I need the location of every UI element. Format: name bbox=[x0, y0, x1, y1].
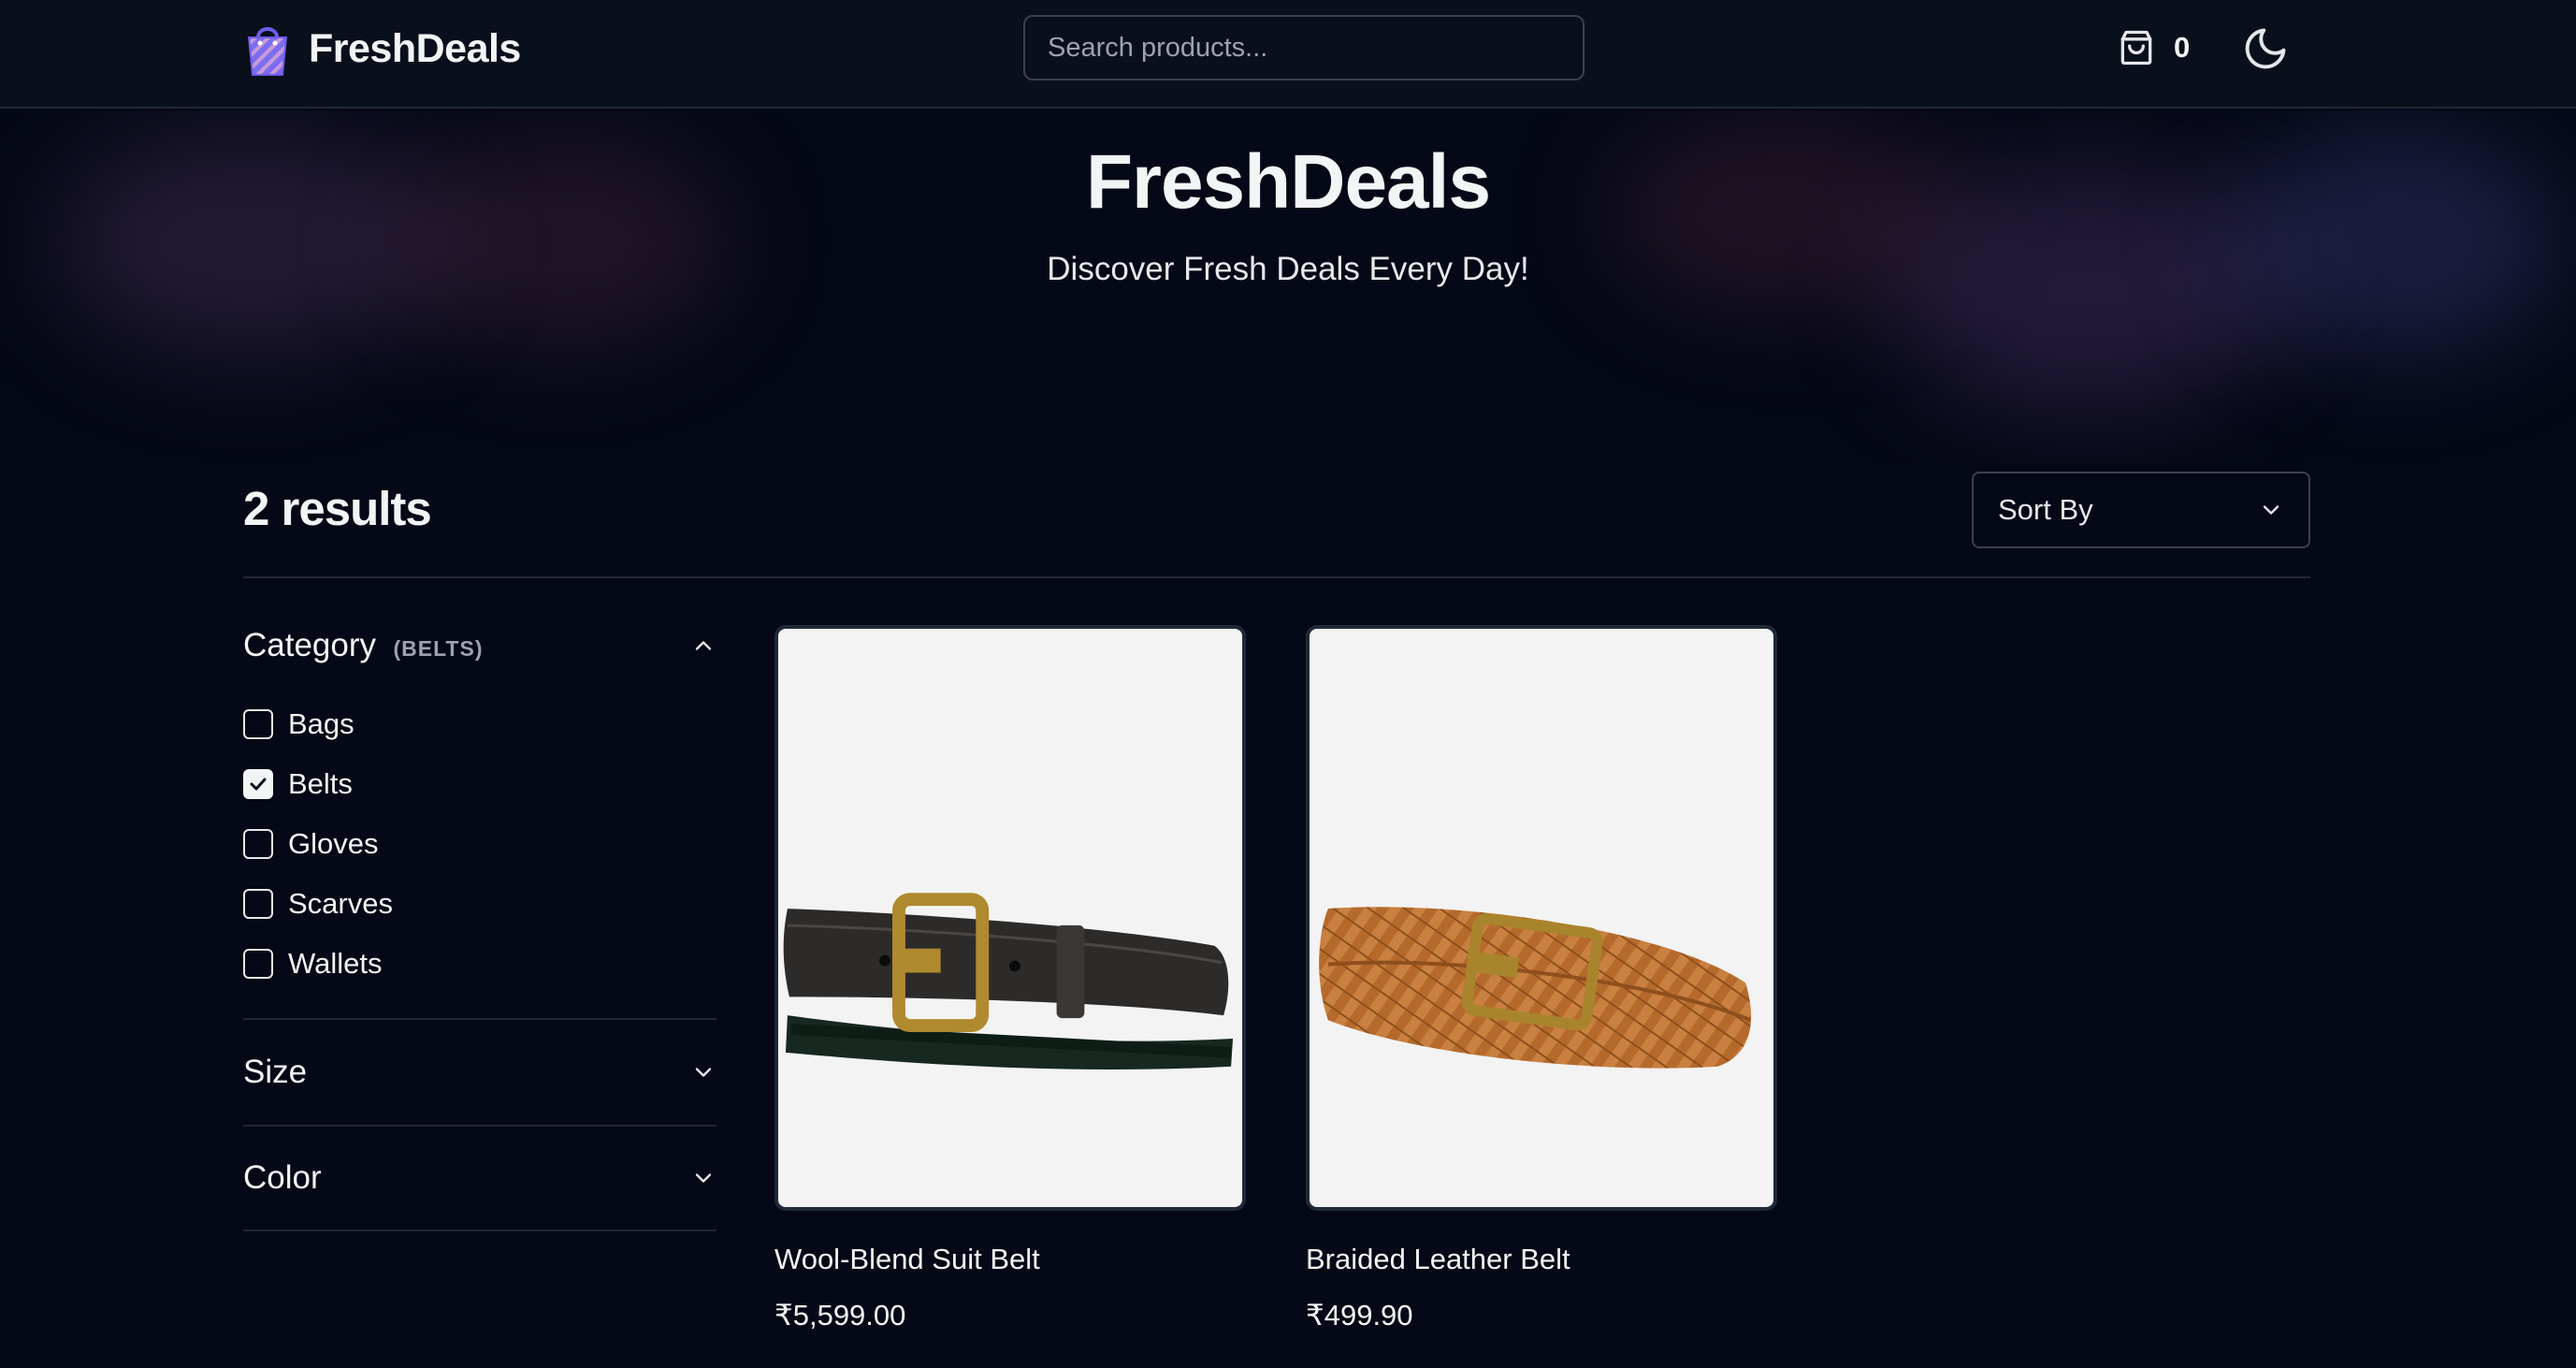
product-price: ₹5,599.00 bbox=[774, 1299, 906, 1332]
option-label: Gloves bbox=[288, 827, 379, 860]
chevron-down-icon bbox=[695, 1173, 712, 1183]
brand-link[interactable]: FreshDeals bbox=[243, 19, 521, 79]
chevron-up-icon bbox=[695, 641, 712, 650]
checkmark-icon bbox=[250, 778, 267, 791]
category-option-gloves[interactable]: Gloves bbox=[243, 814, 716, 874]
option-label: Belts bbox=[288, 767, 353, 800]
category-option-bags[interactable]: Bags bbox=[243, 694, 716, 754]
toolbar-divider bbox=[243, 576, 2310, 578]
tan-braided-belt-image bbox=[1319, 907, 1752, 1069]
cart-bag-icon bbox=[2120, 30, 2152, 65]
product-image[interactable] bbox=[774, 625, 1246, 1211]
black-leather-belt-image bbox=[778, 630, 1242, 1206]
color-filter-title: Color bbox=[243, 1159, 322, 1196]
filter-sidebar: Category (BELTS) Bags Belts Gloves Scarv… bbox=[243, 627, 716, 1231]
category-selected-hint: (BELTS) bbox=[393, 636, 484, 661]
sort-by-dropdown[interactable]: Sort By bbox=[1972, 472, 2310, 548]
checkbox[interactable] bbox=[243, 829, 273, 859]
chevron-down-icon bbox=[695, 1068, 712, 1077]
category-option-wallets[interactable]: Wallets bbox=[243, 934, 716, 994]
chevron-down-icon bbox=[2263, 505, 2279, 515]
results-count: 2 results bbox=[243, 482, 432, 535]
sort-by-label: Sort By bbox=[1998, 493, 2093, 526]
product-card[interactable]: Braided Leather Belt ₹499.90 bbox=[1306, 625, 1777, 1332]
product-card[interactable]: Wool-Blend Suit Belt ₹5,599.00 bbox=[774, 625, 1246, 1332]
product-name[interactable]: Wool-Blend Suit Belt bbox=[774, 1243, 1246, 1276]
category-filter: Category (BELTS) Bags Belts Gloves Scarv… bbox=[243, 627, 716, 1018]
option-label: Scarves bbox=[288, 887, 393, 920]
hero-title: FreshDeals bbox=[1085, 139, 1491, 225]
category-options: Bags Belts Gloves Scarves Wallets bbox=[243, 694, 716, 994]
top-navbar: FreshDeals 0 bbox=[0, 0, 2576, 109]
checkbox[interactable] bbox=[243, 709, 273, 739]
search-input[interactable] bbox=[1023, 15, 1585, 80]
shopping-bag-logo-icon bbox=[247, 27, 288, 76]
size-filter-toggle[interactable]: Size bbox=[243, 1018, 716, 1125]
brand-name: FreshDeals bbox=[309, 25, 521, 71]
size-filter-title: Size bbox=[243, 1054, 308, 1090]
checkbox[interactable] bbox=[243, 949, 273, 979]
category-option-belts[interactable]: Belts bbox=[243, 754, 716, 814]
moon-icon bbox=[2245, 28, 2286, 69]
color-filter-toggle[interactable]: Color bbox=[243, 1125, 716, 1231]
cart-count-badge: 0 bbox=[2174, 31, 2191, 64]
option-label: Wallets bbox=[288, 947, 383, 980]
option-label: Bags bbox=[288, 707, 355, 740]
hero-subtitle: Discover Fresh Deals Every Day! bbox=[1047, 251, 1529, 287]
product-image[interactable] bbox=[1306, 625, 1777, 1211]
category-filter-title: Category bbox=[243, 627, 377, 663]
product-price: ₹499.90 bbox=[1306, 1299, 1413, 1332]
checkbox[interactable] bbox=[243, 889, 273, 919]
category-filter-toggle[interactable]: Category (BELTS) bbox=[243, 627, 716, 664]
theme-toggle-button[interactable] bbox=[2241, 24, 2290, 73]
hero-banner: FreshDeals Discover Fresh Deals Every Da… bbox=[0, 110, 2576, 466]
category-option-scarves[interactable]: Scarves bbox=[243, 874, 716, 934]
product-name[interactable]: Braided Leather Belt bbox=[1306, 1243, 1777, 1276]
cart-button[interactable]: 0 bbox=[2116, 24, 2190, 71]
checkbox-checked[interactable] bbox=[243, 769, 273, 799]
